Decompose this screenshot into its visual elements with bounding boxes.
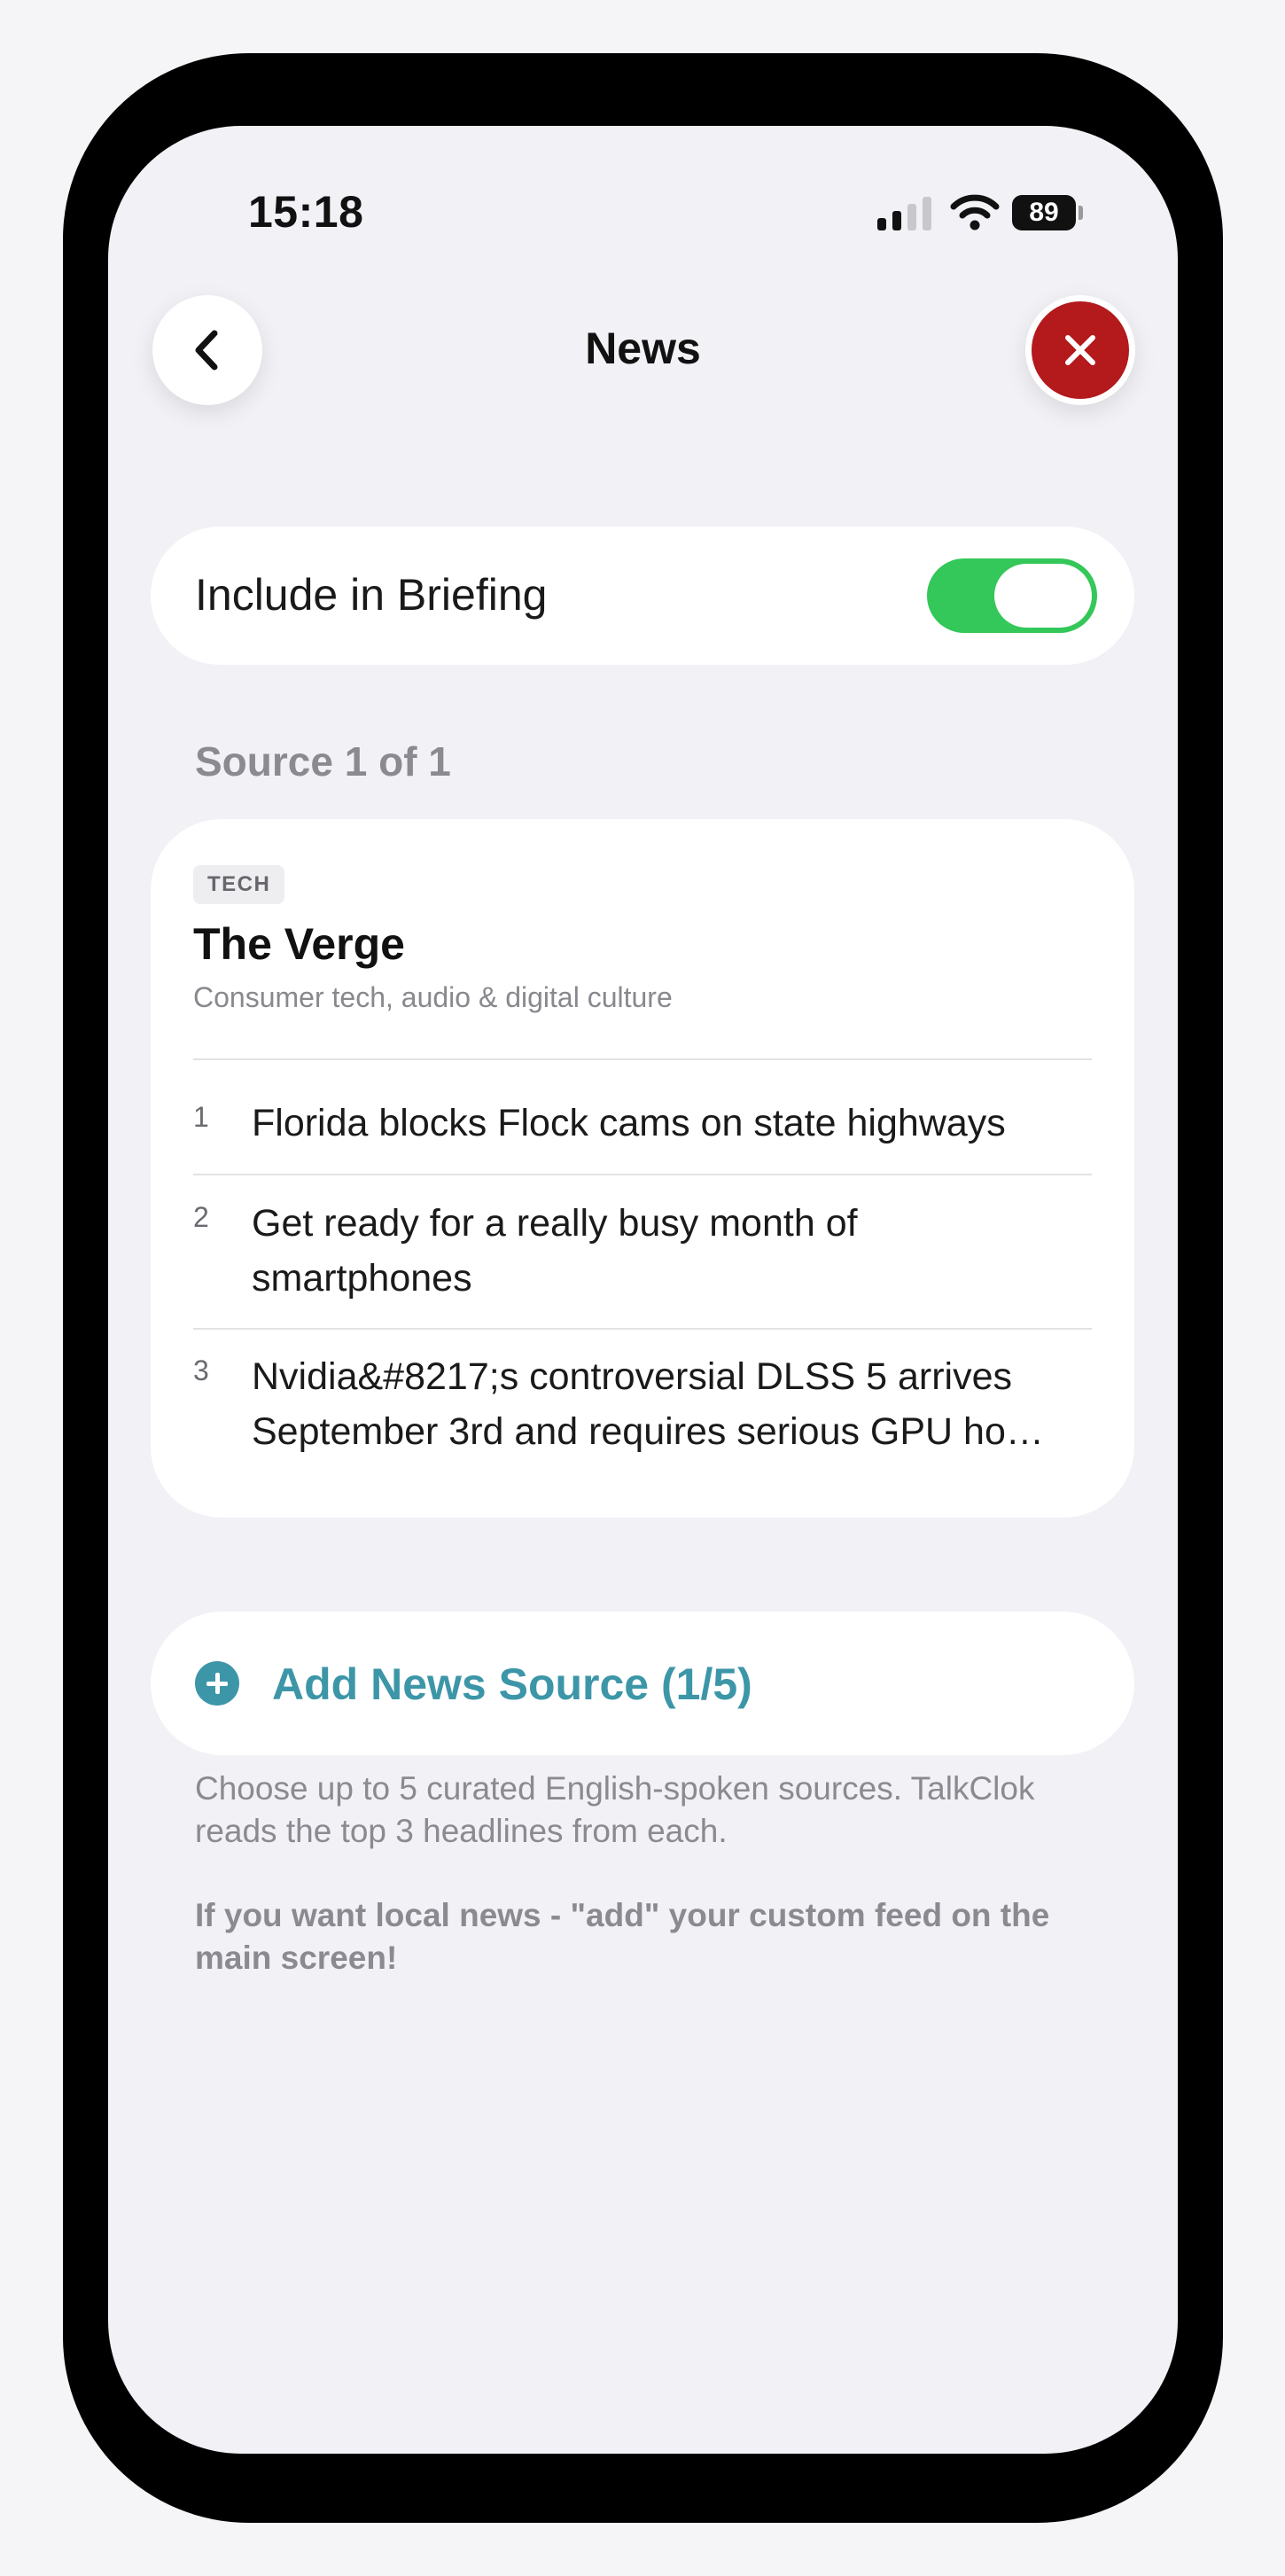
divider xyxy=(193,1174,1092,1175)
wifi-icon xyxy=(950,194,1000,230)
briefing-toggle-label: Include in Briefing xyxy=(195,570,548,620)
page-title: News xyxy=(585,324,701,373)
briefing-toggle-switch[interactable] xyxy=(927,558,1097,633)
add-news-source-label: Add News Source (1/5) xyxy=(272,1659,752,1709)
source-description: Consumer tech, audio & digital culture xyxy=(193,981,673,1013)
headline-item: 1 Florida blocks Flock cams on state hig… xyxy=(193,1096,1092,1158)
headline-number: 3 xyxy=(193,1354,209,1386)
battery-icon: 89 xyxy=(1012,195,1076,230)
source-count-label: Source 1 of 1 xyxy=(195,738,451,785)
divider xyxy=(193,1058,1092,1060)
close-button-fill xyxy=(1032,301,1129,399)
local-news-hint: If you want local news - "add" your cust… xyxy=(195,1897,1050,1976)
close-icon xyxy=(1065,335,1095,365)
switch-knob xyxy=(994,564,1092,628)
headline-text: Get ready for a really busy month of sma… xyxy=(252,1202,858,1300)
add-news-source-button[interactable]: Add News Source (1/5) xyxy=(151,1612,1134,1755)
status-time: 15:18 xyxy=(248,187,364,237)
briefing-toggle-row: Include in Briefing xyxy=(151,527,1134,665)
help-text: Choose up to 5 curated English-spoken so… xyxy=(195,1770,1035,1849)
phone-screen: 15:18 89 News Include in Briefing Source… xyxy=(108,126,1178,2454)
headline-text: Nvidia&#8217;s controversial DLSS 5 arri… xyxy=(252,1355,1044,1453)
headline-item: 2 Get ready for a really busy month of s… xyxy=(193,1196,1092,1306)
battery-tip xyxy=(1079,206,1083,220)
headline-text: Florida blocks Flock cams on state highw… xyxy=(252,1102,1006,1144)
source-card[interactable]: TECH The Verge Consumer tech, audio & di… xyxy=(151,819,1134,1518)
divider xyxy=(193,1328,1092,1330)
headline-number: 1 xyxy=(193,1101,209,1133)
headline-item: 3 Nvidia&#8217;s controversial DLSS 5 ar… xyxy=(193,1349,1092,1459)
close-button[interactable] xyxy=(1025,295,1135,405)
plus-circle-icon xyxy=(195,1661,239,1706)
category-tag: TECH xyxy=(193,865,285,904)
cellular-signal-icon xyxy=(877,197,931,230)
headline-number: 2 xyxy=(193,1201,209,1233)
source-name: The Verge xyxy=(193,919,405,969)
